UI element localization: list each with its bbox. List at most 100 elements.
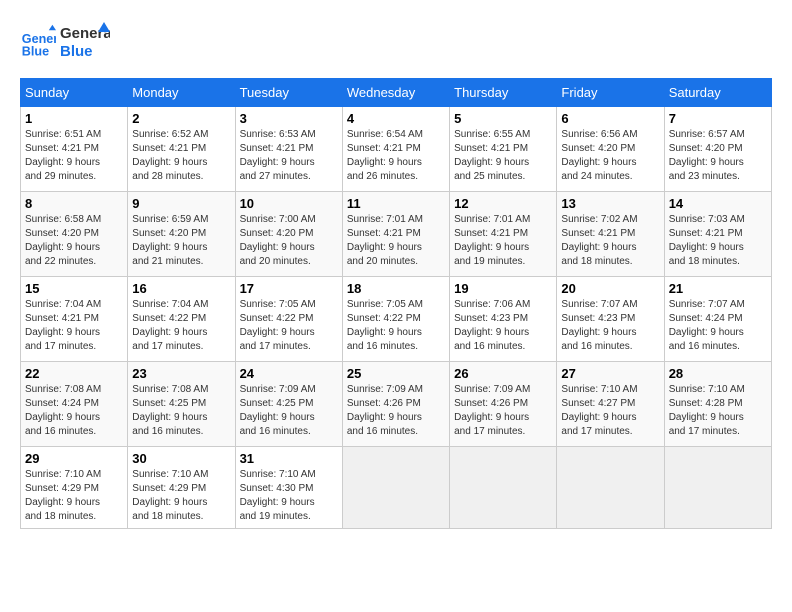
day-number: 10 bbox=[240, 196, 338, 211]
day-number: 25 bbox=[347, 366, 445, 381]
calendar-cell: 8Sunrise: 6:58 AM Sunset: 4:20 PM Daylig… bbox=[21, 192, 128, 277]
day-info: Sunrise: 6:53 AM Sunset: 4:21 PM Dayligh… bbox=[240, 128, 338, 184]
day-info: Sunrise: 7:04 AM Sunset: 4:22 PM Dayligh… bbox=[132, 298, 230, 354]
calendar-cell: 18 Sunrise: 7:05 AM Sunset: 4:22 PM Dayli… bbox=[342, 277, 449, 362]
day-number: 23 bbox=[132, 366, 230, 381]
day-number: 20 bbox=[561, 281, 659, 296]
day-number: 19 bbox=[454, 281, 552, 296]
calendar-table: SundayMondayTuesdayWednesdayThursdayFrid… bbox=[20, 78, 772, 529]
day-number: 18 bbox=[347, 281, 445, 296]
calendar-cell: 19 Sunrise: 7:06 AM Sunset: 4:23 PM Dayli… bbox=[450, 277, 557, 362]
weekday-header-thursday: Thursday bbox=[450, 79, 557, 107]
day-number: 31 bbox=[240, 451, 338, 466]
day-number: 3 bbox=[240, 111, 338, 126]
calendar-cell: 21Sunrise: 7:07 AM Sunset: 4:24 PM Dayli… bbox=[664, 277, 771, 362]
day-info: Sunrise: 7:10 AM Sunset: 4:29 PM Dayligh… bbox=[25, 468, 123, 524]
day-number: 30 bbox=[132, 451, 230, 466]
day-number: 26 bbox=[454, 366, 552, 381]
svg-text:Blue: Blue bbox=[60, 43, 93, 60]
calendar-cell: 30 Sunrise: 7:10 AM Sunset: 4:29 PM Dayli… bbox=[128, 447, 235, 529]
day-number: 21 bbox=[669, 281, 767, 296]
weekday-header-row: SundayMondayTuesdayWednesdayThursdayFrid… bbox=[21, 79, 772, 107]
weekday-header-friday: Friday bbox=[557, 79, 664, 107]
day-number: 29 bbox=[25, 451, 123, 466]
day-info: Sunrise: 7:10 AM Sunset: 4:29 PM Dayligh… bbox=[132, 468, 230, 524]
svg-text:Blue: Blue bbox=[22, 44, 49, 58]
calendar-cell bbox=[450, 447, 557, 529]
calendar-cell: 7 Sunrise: 6:57 AM Sunset: 4:20 PM Daylig… bbox=[664, 107, 771, 192]
day-info: Sunrise: 7:09 AM Sunset: 4:26 PM Dayligh… bbox=[454, 383, 552, 439]
day-info: Sunrise: 7:07 AM Sunset: 4:23 PM Dayligh… bbox=[561, 298, 659, 354]
day-number: 6 bbox=[561, 111, 659, 126]
day-info: Sunrise: 6:57 AM Sunset: 4:20 PM Dayligh… bbox=[669, 128, 767, 184]
logo-icon: General Blue bbox=[20, 23, 56, 59]
calendar-cell: 1 Sunrise: 6:51 AM Sunset: 4:21 PM Daylig… bbox=[21, 107, 128, 192]
day-info: Sunrise: 7:00 AM Sunset: 4:20 PM Dayligh… bbox=[240, 213, 338, 269]
day-info: Sunrise: 7:05 AM Sunset: 4:22 PM Dayligh… bbox=[240, 298, 338, 354]
day-info: Sunrise: 6:51 AM Sunset: 4:21 PM Dayligh… bbox=[25, 128, 123, 184]
day-number: 22 bbox=[25, 366, 123, 381]
day-info: Sunrise: 7:09 AM Sunset: 4:26 PM Dayligh… bbox=[347, 383, 445, 439]
calendar-cell: 3 Sunrise: 6:53 AM Sunset: 4:21 PM Daylig… bbox=[235, 107, 342, 192]
calendar-cell: 4 Sunrise: 6:54 AM Sunset: 4:21 PM Daylig… bbox=[342, 107, 449, 192]
day-info: Sunrise: 6:59 AM Sunset: 4:20 PM Dayligh… bbox=[132, 213, 230, 269]
day-info: Sunrise: 7:04 AM Sunset: 4:21 PM Dayligh… bbox=[25, 298, 123, 354]
calendar-cell: 2 Sunrise: 6:52 AM Sunset: 4:21 PM Daylig… bbox=[128, 107, 235, 192]
calendar-cell: 5Sunrise: 6:55 AM Sunset: 4:21 PM Daylig… bbox=[450, 107, 557, 192]
calendar-cell: 23Sunrise: 7:08 AM Sunset: 4:25 PM Dayli… bbox=[128, 362, 235, 447]
calendar-week-3: 15 Sunrise: 7:04 AM Sunset: 4:21 PM Dayli… bbox=[21, 277, 772, 362]
day-info: Sunrise: 7:10 AM Sunset: 4:28 PM Dayligh… bbox=[669, 383, 767, 439]
calendar-cell: 9 Sunrise: 6:59 AM Sunset: 4:20 PM Daylig… bbox=[128, 192, 235, 277]
day-info: Sunrise: 7:03 AM Sunset: 4:21 PM Dayligh… bbox=[669, 213, 767, 269]
calendar-cell bbox=[342, 447, 449, 529]
calendar-cell: 29 Sunrise: 7:10 AM Sunset: 4:29 PM Dayli… bbox=[21, 447, 128, 529]
day-number: 4 bbox=[347, 111, 445, 126]
calendar-cell: 25 Sunrise: 7:09 AM Sunset: 4:26 PM Dayli… bbox=[342, 362, 449, 447]
calendar-cell: 12 Sunrise: 7:01 AM Sunset: 4:21 PM Dayli… bbox=[450, 192, 557, 277]
day-number: 5 bbox=[454, 111, 552, 126]
calendar-week-2: 8Sunrise: 6:58 AM Sunset: 4:20 PM Daylig… bbox=[21, 192, 772, 277]
day-info: Sunrise: 7:10 AM Sunset: 4:30 PM Dayligh… bbox=[240, 468, 338, 524]
day-number: 17 bbox=[240, 281, 338, 296]
day-info: Sunrise: 6:54 AM Sunset: 4:21 PM Dayligh… bbox=[347, 128, 445, 184]
calendar-body: 1 Sunrise: 6:51 AM Sunset: 4:21 PM Daylig… bbox=[21, 107, 772, 529]
day-number: 9 bbox=[132, 196, 230, 211]
day-number: 1 bbox=[25, 111, 123, 126]
day-info: Sunrise: 7:06 AM Sunset: 4:23 PM Dayligh… bbox=[454, 298, 552, 354]
day-info: Sunrise: 7:09 AM Sunset: 4:25 PM Dayligh… bbox=[240, 383, 338, 439]
calendar-cell: 22 Sunrise: 7:08 AM Sunset: 4:24 PM Dayli… bbox=[21, 362, 128, 447]
calendar-cell: 20 Sunrise: 7:07 AM Sunset: 4:23 PM Dayli… bbox=[557, 277, 664, 362]
day-number: 8 bbox=[25, 196, 123, 211]
calendar-cell: 10 Sunrise: 7:00 AM Sunset: 4:20 PM Dayli… bbox=[235, 192, 342, 277]
weekday-header-tuesday: Tuesday bbox=[235, 79, 342, 107]
day-number: 13 bbox=[561, 196, 659, 211]
calendar-cell: 6Sunrise: 6:56 AM Sunset: 4:20 PM Daylig… bbox=[557, 107, 664, 192]
calendar-cell: 31 Sunrise: 7:10 AM Sunset: 4:30 PM Dayli… bbox=[235, 447, 342, 529]
day-info: Sunrise: 7:02 AM Sunset: 4:21 PM Dayligh… bbox=[561, 213, 659, 269]
day-number: 27 bbox=[561, 366, 659, 381]
day-number: 16 bbox=[132, 281, 230, 296]
day-number: 11 bbox=[347, 196, 445, 211]
day-info: Sunrise: 6:52 AM Sunset: 4:21 PM Dayligh… bbox=[132, 128, 230, 184]
calendar-cell: 13 Sunrise: 7:02 AM Sunset: 4:21 PM Dayli… bbox=[557, 192, 664, 277]
logo: General Blue General Blue bbox=[20, 20, 110, 62]
day-info: Sunrise: 7:08 AM Sunset: 4:24 PM Dayligh… bbox=[25, 383, 123, 439]
day-number: 2 bbox=[132, 111, 230, 126]
day-number: 24 bbox=[240, 366, 338, 381]
calendar-cell: 24 Sunrise: 7:09 AM Sunset: 4:25 PM Dayli… bbox=[235, 362, 342, 447]
day-info: Sunrise: 7:01 AM Sunset: 4:21 PM Dayligh… bbox=[454, 213, 552, 269]
day-number: 15 bbox=[25, 281, 123, 296]
calendar-cell: 14Sunrise: 7:03 AM Sunset: 4:21 PM Dayli… bbox=[664, 192, 771, 277]
page-header: General Blue General Blue bbox=[20, 20, 772, 62]
calendar-cell: 15 Sunrise: 7:04 AM Sunset: 4:21 PM Dayli… bbox=[21, 277, 128, 362]
weekday-header-saturday: Saturday bbox=[664, 79, 771, 107]
generalblue-logo-svg: General Blue bbox=[60, 20, 110, 62]
day-info: Sunrise: 7:10 AM Sunset: 4:27 PM Dayligh… bbox=[561, 383, 659, 439]
calendar-week-5: 29 Sunrise: 7:10 AM Sunset: 4:29 PM Dayli… bbox=[21, 447, 772, 529]
day-info: Sunrise: 7:05 AM Sunset: 4:22 PM Dayligh… bbox=[347, 298, 445, 354]
day-number: 7 bbox=[669, 111, 767, 126]
calendar-cell: 26 Sunrise: 7:09 AM Sunset: 4:26 PM Dayli… bbox=[450, 362, 557, 447]
weekday-header-sunday: Sunday bbox=[21, 79, 128, 107]
day-number: 12 bbox=[454, 196, 552, 211]
weekday-header-monday: Monday bbox=[128, 79, 235, 107]
